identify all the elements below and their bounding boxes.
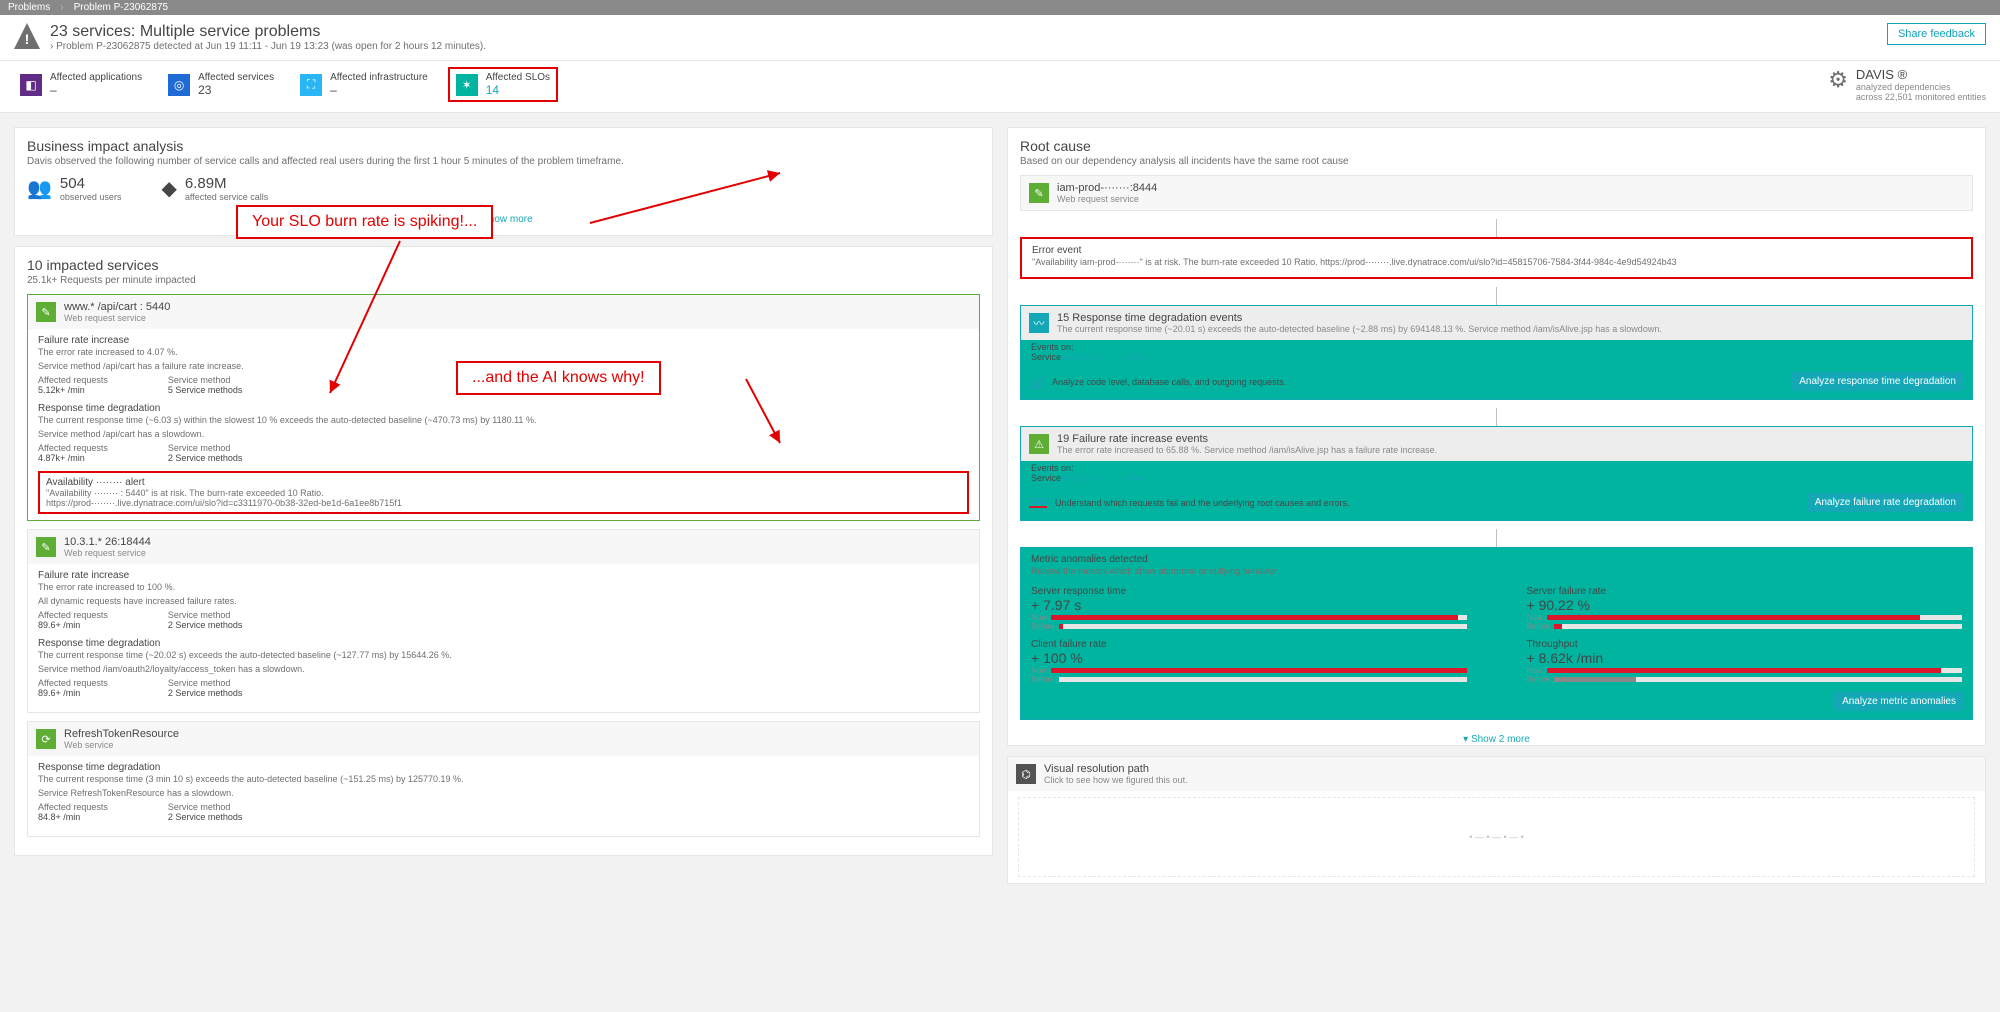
stat-affected-slos[interactable]: ✶ Affected SLOs14: [448, 67, 558, 102]
error-event-card[interactable]: Error event "Availability iam-prod-·····…: [1020, 237, 1973, 279]
services-icon: ◎: [168, 74, 190, 96]
stat-affected-infra[interactable]: ⛶ Affected infrastructure–: [294, 67, 434, 102]
list-icon: [1029, 498, 1047, 508]
root-service-card[interactable]: ✎ iam-prod-·······:8444Web request servi…: [1020, 175, 1973, 211]
service-link[interactable]: iam-prod-·······:8444: [1064, 473, 1146, 483]
bia-title: Business impact analysis: [27, 138, 980, 154]
failure-rate-events-card: ⚠ 19 Failure rate increase eventsThe err…: [1020, 426, 1973, 521]
stats-bar: ◧ Affected applications– ◎ Affected serv…: [0, 61, 2000, 113]
service-icon: ✎: [36, 302, 56, 322]
response-time-events-card: 〰 15 Response time degradation eventsThe…: [1020, 305, 1973, 400]
root-cause-subtitle: Based on our dependency analysis all inc…: [1020, 156, 1973, 167]
availability-alert-box: Availability ········ alert "Availabilit…: [38, 471, 969, 514]
users-icon: 👥: [27, 176, 52, 201]
visual-resolution-path-panel[interactable]: ⌬ Visual resolution pathClick to see how…: [1007, 756, 1986, 884]
calls-icon: ◆: [161, 176, 176, 201]
root-cause-title: Root cause: [1020, 138, 1973, 154]
impacted-services-panel: 10 impacted services 25.1k+ Requests per…: [14, 246, 993, 856]
observed-users-metric: 👥 504observed users: [27, 175, 121, 202]
service-link[interactable]: iam-prod-·······:8444: [1064, 352, 1146, 362]
breadcrumb-current[interactable]: Problem P-23062875: [74, 2, 169, 13]
anomaly-server-response-time: Server response time+ 7.97 s Now Before: [1031, 586, 1467, 631]
anomaly-server-failure-rate: Server failure rate+ 90.22 % Now Before: [1527, 586, 1963, 631]
infra-icon: ⛶: [300, 74, 322, 96]
service-calls-metric: ◆ 6.89Maffected service calls: [161, 175, 268, 202]
share-feedback-button[interactable]: Share feedback: [1887, 23, 1986, 45]
breadcrumb-root[interactable]: Problems: [8, 2, 50, 13]
service-icon: ⟳: [36, 729, 56, 749]
service-icon: ✎: [36, 537, 56, 557]
barchart-icon: [1029, 374, 1044, 390]
service-icon: ✎: [1029, 183, 1049, 203]
analyze-failure-rate-button[interactable]: Analyze failure rate degradation: [1807, 493, 1964, 512]
page-header: 23 services: Multiple service problems ›…: [0, 15, 2000, 61]
metric-anomalies-card: Metric anomalies detected Review the met…: [1020, 547, 1973, 720]
analyze-response-time-button[interactable]: Analyze response time degradation: [1791, 372, 1964, 391]
analyze-metric-anomalies-button[interactable]: Analyze metric anomalies: [1834, 692, 1964, 711]
page-subtitle: › Problem P-23062875 detected at Jun 19 …: [50, 41, 486, 52]
callout-burn-rate: Your SLO burn rate is spiking!...: [236, 205, 493, 239]
breadcrumb-separator: [56, 2, 67, 13]
warning-icon: ⚠: [1029, 434, 1049, 454]
anomaly-throughput: Throughput+ 8.62k /min Now Before: [1527, 639, 1963, 684]
business-impact-panel: Business impact analysis Davis observed …: [14, 127, 993, 236]
davis-title: DAVIS ®: [1856, 67, 1986, 82]
response-time-icon: 〰: [1029, 313, 1049, 333]
impacted-title: 10 impacted services: [27, 257, 980, 273]
breadcrumb: Problems Problem P-23062875: [0, 0, 2000, 15]
problem-severity-icon: [14, 23, 40, 49]
callout-ai-knows: ...and the AI knows why!: [456, 361, 661, 395]
bia-show-more[interactable]: Show more: [27, 208, 980, 225]
stat-affected-services[interactable]: ◎ Affected services23: [162, 67, 280, 102]
davis-icon: ⚙: [1828, 67, 1848, 93]
anomaly-client-failure-rate: Client failure rate+ 100 % Now Before: [1031, 639, 1467, 684]
tree-icon: ⌬: [1016, 764, 1036, 784]
davis-block: ⚙ DAVIS ® analyzed dependencies across 2…: [1828, 67, 1986, 102]
right-column: Root cause Based on our dependency analy…: [1007, 127, 1986, 884]
impacted-subtitle: 25.1k+ Requests per minute impacted: [27, 275, 980, 286]
vrp-diagram: • — • — • — •: [1018, 797, 1975, 877]
impacted-service-card[interactable]: ✎ www.* /api/cart : 5440Web request serv…: [27, 294, 980, 521]
bia-subtitle: Davis observed the following number of s…: [27, 156, 980, 167]
impacted-service-card[interactable]: ✎ 10.3.1.* 26:18444Web request service F…: [27, 529, 980, 713]
root-cause-panel: Root cause Based on our dependency analy…: [1007, 127, 1986, 746]
show-2-more[interactable]: Show 2 more: [1020, 728, 1973, 745]
stat-affected-apps[interactable]: ◧ Affected applications–: [14, 67, 148, 102]
apps-icon: ◧: [20, 74, 42, 96]
slos-icon: ✶: [456, 74, 478, 96]
left-column: Business impact analysis Davis observed …: [14, 127, 993, 884]
impacted-service-card[interactable]: ⟳ RefreshTokenResourceWeb service Respon…: [27, 721, 980, 837]
page-title: 23 services: Multiple service problems: [50, 23, 486, 41]
